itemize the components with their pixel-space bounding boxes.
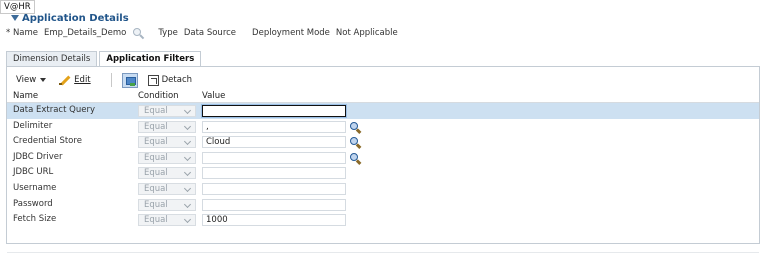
table-row[interactable]: Username Equal [7, 181, 759, 197]
table-row[interactable]: Password Equal [7, 197, 759, 213]
value-text: , [206, 121, 209, 132]
row-name: Delimiter [13, 120, 53, 131]
value-input[interactable] [202, 105, 346, 117]
table-row[interactable]: JDBC Driver Equal [7, 150, 759, 166]
table-row[interactable]: Fetch Size Equal 1000 [7, 212, 759, 228]
detach-button[interactable]: Detach [162, 75, 192, 85]
row-name: Username [13, 182, 57, 193]
condition-select[interactable]: Equal [138, 105, 196, 117]
condition-select[interactable]: Equal [138, 198, 196, 211]
table-body: Data Extract Query Equal Delimiter Equal, Cr… [7, 103, 759, 228]
condition-select[interactable]: Equal [138, 167, 196, 180]
search-icon[interactable] [349, 152, 363, 164]
edit-button[interactable]: Edit [74, 75, 90, 85]
value-input[interactable] [202, 182, 346, 195]
search-icon[interactable] [349, 121, 363, 133]
deployment-mode-value: Not Applicable [335, 28, 398, 38]
toolbar-divider [110, 73, 112, 87]
table-row[interactable]: JDBC URL Equal [7, 165, 759, 181]
tab-bar: Dimension Details Application Filters [6, 51, 203, 67]
chevron-down-icon [183, 169, 192, 177]
search-icon[interactable] [132, 27, 146, 39]
column-header-condition[interactable]: Condition [138, 91, 179, 102]
condition-value: Equal [144, 215, 168, 226]
chevron-down-icon [183, 153, 192, 161]
chevron-down-icon [183, 200, 192, 208]
row-name: Password [13, 198, 53, 209]
condition-select[interactable]: Equal [138, 120, 196, 133]
condition-value: Equal [144, 137, 168, 148]
table-row[interactable]: Delimiter Equal, [7, 119, 759, 135]
value-input[interactable] [202, 167, 346, 180]
chevron-down-icon [183, 184, 192, 193]
name-label: * Name [6, 28, 39, 38]
value-input[interactable]: 1000 [202, 214, 346, 227]
edit-icon[interactable] [59, 75, 71, 85]
row-name: Data Extract Query [13, 105, 95, 115]
column-header-name[interactable]: Name [13, 91, 38, 102]
section-title: Application Details [22, 12, 129, 24]
table-row[interactable]: Data Extract Query Equal [7, 103, 759, 119]
query-by-example-icon[interactable] [121, 72, 138, 88]
value-input[interactable]: Cloud [202, 136, 346, 149]
row-name: Fetch Size [13, 214, 57, 225]
type-label: Type [158, 28, 178, 38]
row-name: Credential Store [13, 136, 82, 147]
toolbar: View Edit Detach [13, 72, 192, 88]
condition-value: Equal [144, 106, 168, 116]
condition-value: Equal [144, 168, 168, 179]
condition-select[interactable]: Equal [138, 182, 196, 195]
chevron-down-icon [183, 138, 192, 146]
type-value: Data Source [183, 28, 237, 38]
filters-panel: View Edit Detach Name Condition Value Da… [6, 66, 760, 253]
tab-dimension-details[interactable]: Dimension Details [6, 51, 98, 66]
column-header-value[interactable]: Value [202, 91, 225, 102]
value-input[interactable]: , [202, 120, 346, 133]
chevron-down-icon [183, 216, 192, 224]
condition-value: Equal [144, 183, 168, 194]
condition-select[interactable]: Equal [138, 151, 196, 164]
condition-select[interactable]: Equal [138, 214, 196, 227]
deployment-mode-label: Deployment Mode [252, 28, 330, 38]
row-name: JDBC URL [13, 167, 54, 178]
chevron-down-icon [40, 78, 47, 82]
condition-value: Equal [144, 199, 168, 210]
value-input[interactable] [202, 198, 346, 211]
value-input[interactable] [202, 151, 346, 164]
condition-value: Equal [144, 152, 168, 163]
table-header: Name Condition Value [7, 91, 759, 103]
condition-select[interactable]: Equal [138, 136, 196, 149]
name-value: Emp_Details_Demo [44, 28, 127, 38]
section-header[interactable]: Application Details [11, 11, 129, 25]
value-text: Cloud [206, 137, 231, 148]
row-name: JDBC Driver [13, 151, 63, 162]
view-label: View [16, 75, 37, 85]
detach-icon[interactable] [147, 74, 159, 86]
tab-application-filters[interactable]: Application Filters [99, 51, 202, 67]
collapse-arrow-icon[interactable] [11, 15, 19, 21]
table-row[interactable]: Credential Store Equal Cloud [7, 134, 759, 150]
value-text: 1000 [206, 215, 228, 226]
condition-value: Equal [144, 121, 168, 132]
search-icon[interactable] [349, 136, 363, 148]
chevron-down-icon [183, 122, 192, 130]
view-menu[interactable]: View [13, 75, 49, 85]
chevron-down-icon [183, 106, 192, 115]
filters-table: Name Condition Value Data Extract Query E… [7, 91, 759, 228]
application-info: * Name Emp_Details_Demo Type Data Source… [6, 27, 398, 39]
